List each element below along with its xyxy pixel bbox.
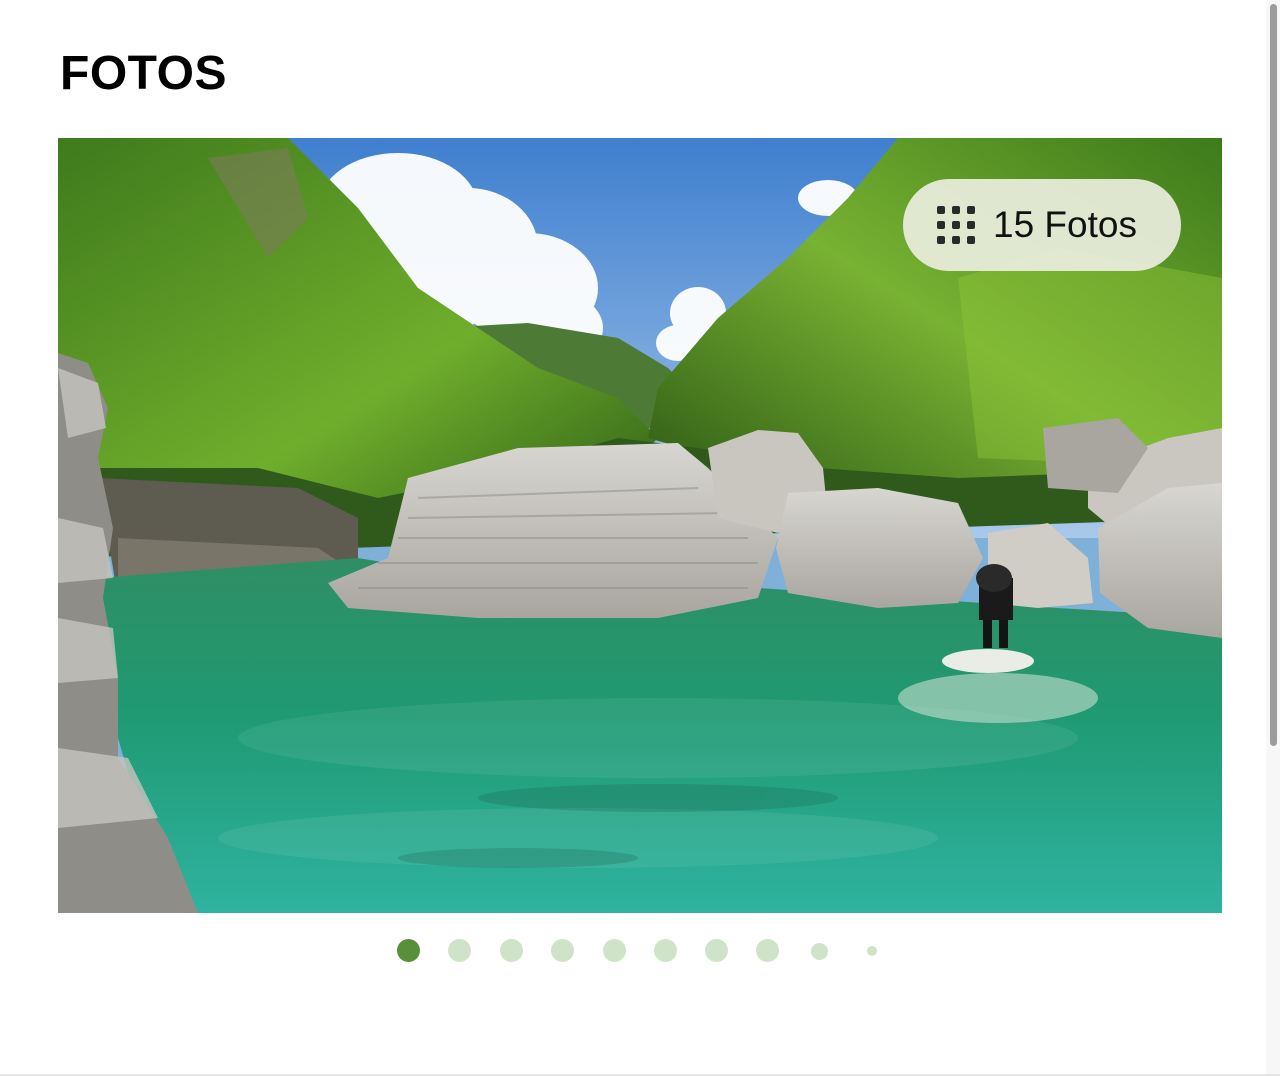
scrollbar[interactable] <box>1266 0 1280 1076</box>
pager-dot-8[interactable] <box>756 939 779 962</box>
grid-dots-icon <box>937 206 975 244</box>
photos-page: FOTOS 15 Fotos <box>0 0 1280 1076</box>
section-title: FOTOS <box>60 47 227 100</box>
pager-dot-3[interactable] <box>500 939 523 962</box>
pager-dot-5[interactable] <box>603 939 626 962</box>
photo-gallery[interactable]: 15 Fotos <box>58 138 1222 913</box>
pager-dot-4[interactable] <box>551 939 574 962</box>
pager-dot-1[interactable] <box>397 939 420 962</box>
view-all-photos-button[interactable]: 15 Fotos <box>903 179 1181 271</box>
pager-dot-6[interactable] <box>654 939 677 962</box>
scrollbar-thumb[interactable] <box>1270 4 1277 746</box>
gallery-pager <box>0 930 1280 970</box>
pager-dot-9[interactable] <box>811 943 828 960</box>
pager-dot-2[interactable] <box>448 939 471 962</box>
pager-dot-10[interactable] <box>867 946 877 956</box>
pager-dot-7[interactable] <box>705 939 728 962</box>
photo-count-label: 15 Fotos <box>993 204 1137 245</box>
